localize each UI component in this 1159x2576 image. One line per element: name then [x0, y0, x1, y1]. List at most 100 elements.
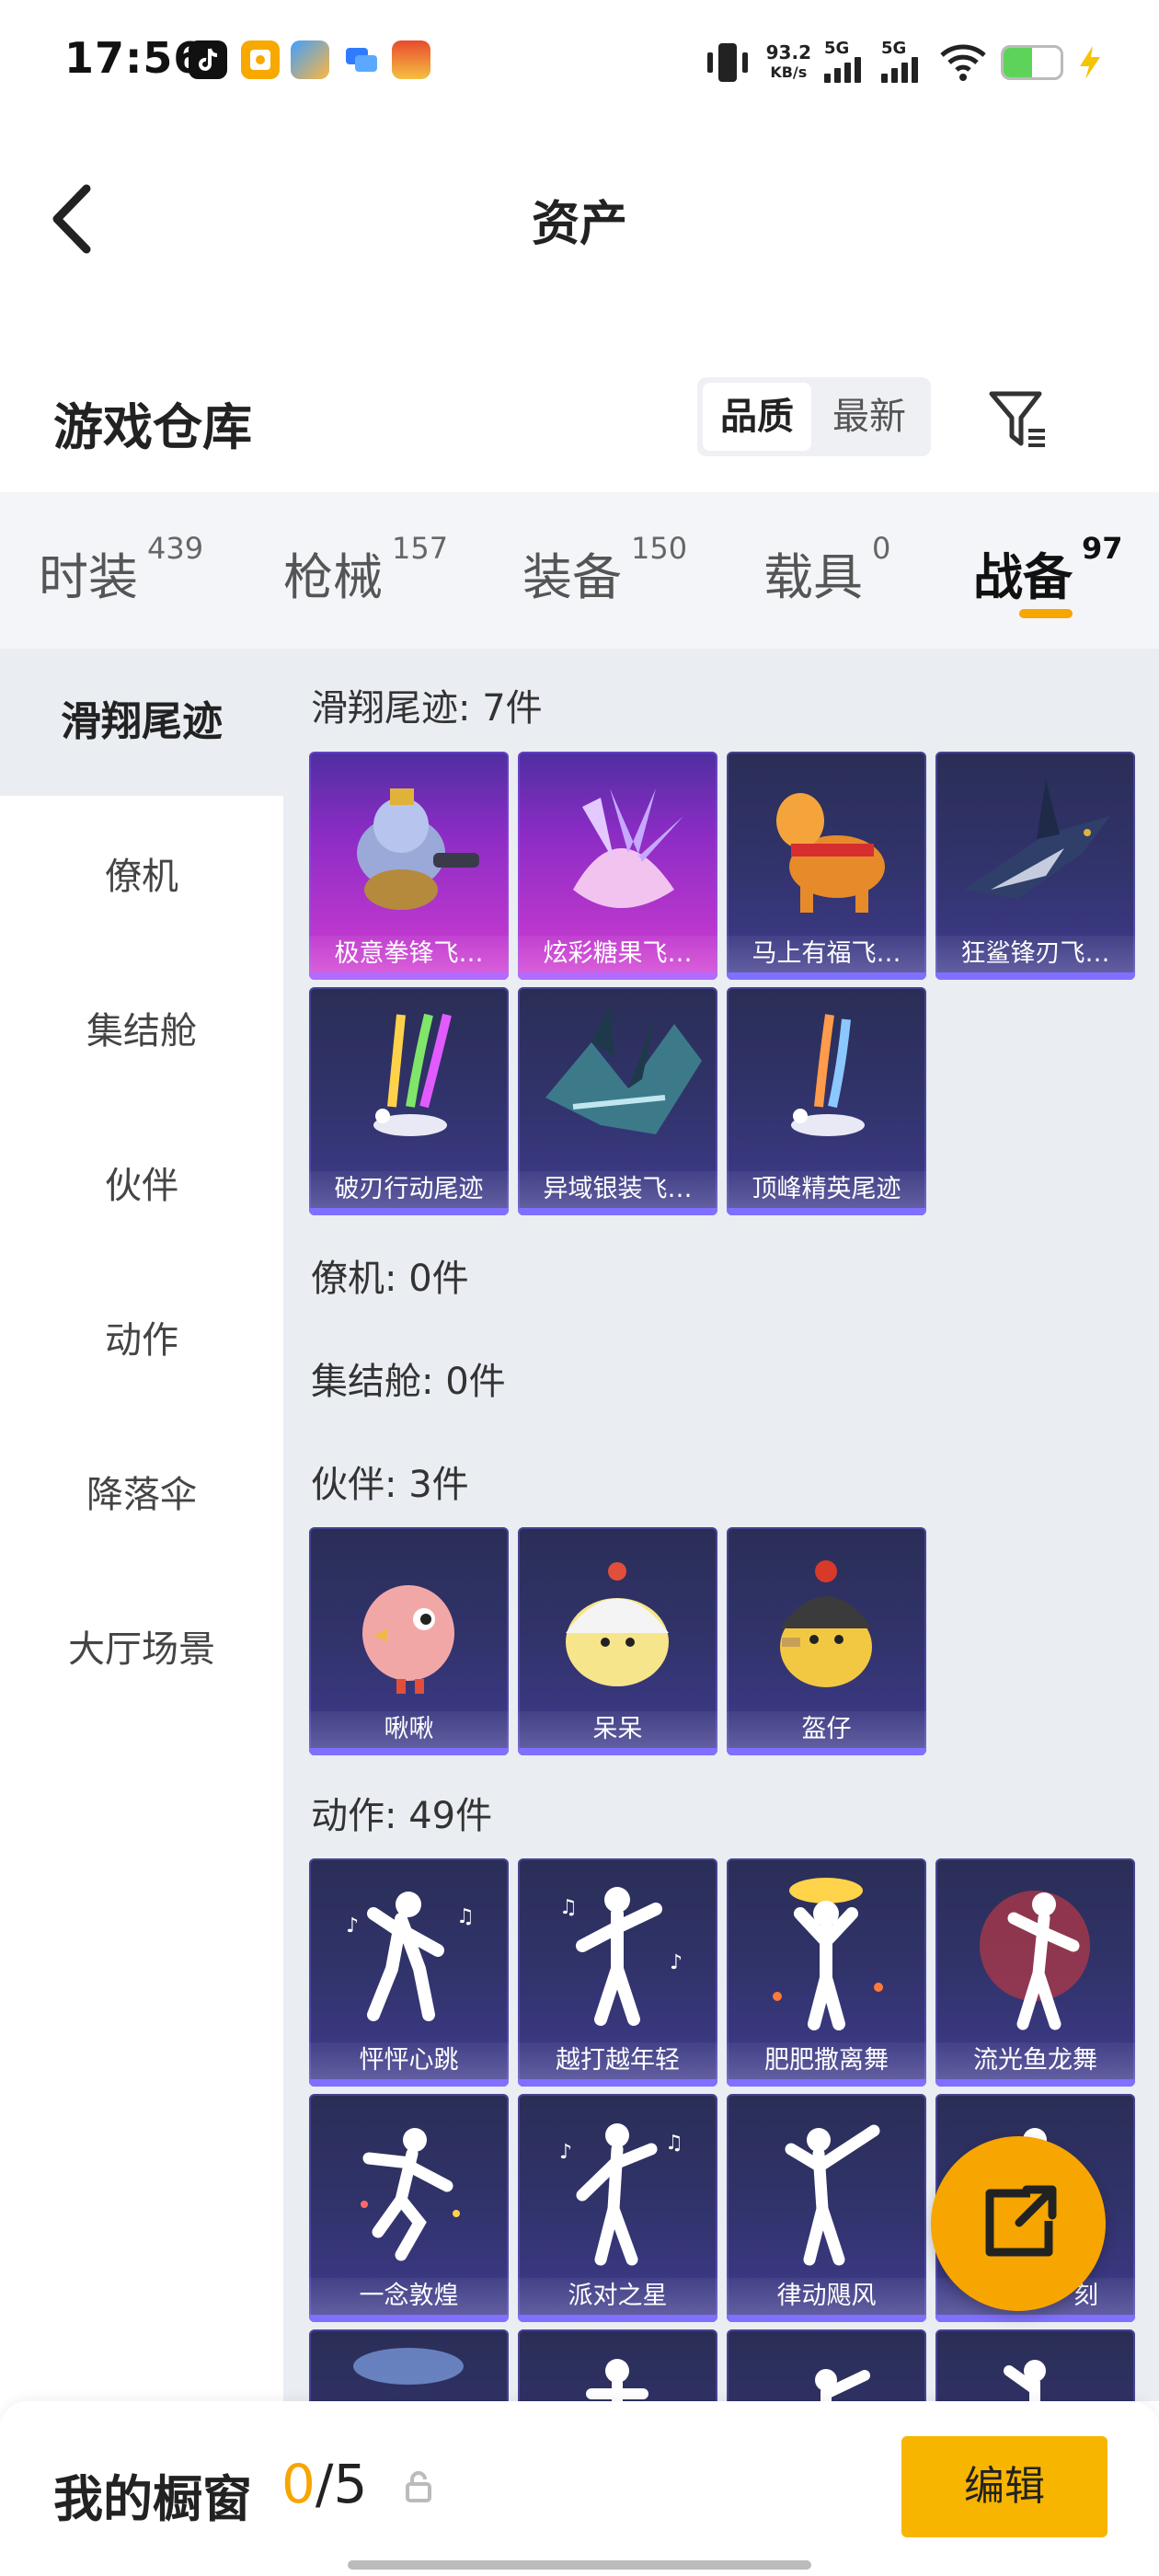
silver-wing-icon	[545, 1006, 702, 1134]
item-card[interactable]	[935, 2329, 1135, 2401]
item-label: 啾啾	[309, 1711, 509, 1748]
item-card[interactable]: 流光鱼龙舞	[935, 1858, 1135, 2087]
item-card[interactable]: ♪ ♫ 怦怦心跳	[309, 1858, 509, 2087]
sidebar-item-pod[interactable]: 集结舱	[0, 958, 283, 1105]
dance-pose-icon: ♪ ♫	[346, 1892, 475, 2021]
candy-glider-icon	[573, 788, 683, 908]
rainbow-trail-icon	[373, 1013, 452, 1136]
item-label: 派对之星	[518, 2278, 717, 2315]
svg-text:♪: ♪	[346, 1915, 359, 1938]
item-label: 破刃行动尾迹	[309, 1171, 509, 1208]
item-card[interactable]	[518, 2329, 717, 2401]
item-card[interactable]: 盔仔	[727, 1527, 926, 1755]
tab-equipment[interactable]: 装备 150	[522, 531, 687, 609]
svg-text:♫: ♫	[665, 2132, 683, 2155]
item-card[interactable]: 肥肥撒离舞	[727, 1858, 926, 2087]
status-right: 93.2 KB/s 5G 5G	[702, 37, 1104, 88]
home-indicator[interactable]	[348, 2560, 811, 2570]
helmet-chick-icon	[780, 1560, 872, 1687]
item-card[interactable]: 炫彩糖果飞…	[518, 752, 717, 980]
sidebar-item-emote[interactable]: 动作	[0, 1267, 283, 1414]
item-card[interactable]: ♫ ♪ 越打越年轻	[518, 1858, 717, 2087]
filter-button[interactable]	[984, 385, 1058, 458]
showcase-footer: 我的橱窗 0/5 编辑	[0, 2401, 1159, 2576]
item-card[interactable]: 异域银装飞…	[518, 987, 717, 1215]
section-title-glide-trail: 滑翔尾迹: 7件	[311, 687, 543, 730]
card-rarity-bar	[935, 972, 1135, 980]
signal-icon: 5G	[824, 39, 868, 83]
sidebar-item-wingman[interactable]: 僚机	[0, 803, 283, 950]
dance-pose-icon	[785, 2124, 880, 2266]
item-card[interactable]	[727, 2329, 926, 2401]
item-card[interactable]: 破刃行动尾迹	[309, 987, 509, 1215]
svg-text:♪: ♪	[670, 1951, 683, 1974]
elite-trail-icon	[791, 1014, 865, 1136]
card-rarity-bar	[309, 1748, 509, 1755]
item-label: 肥肥撒离舞	[727, 2042, 926, 2079]
repo-toolbar: 游戏仓库 品质 最新	[0, 350, 1159, 488]
sort-newest-button[interactable]: 最新	[815, 383, 924, 451]
item-card[interactable]: 律动飓风	[727, 2094, 926, 2322]
filter-icon	[989, 391, 1045, 447]
item-label: 呆呆	[518, 1711, 717, 1748]
sidebar-item-lobby-scene[interactable]: 大厅场景	[0, 1576, 283, 1723]
sidebar-item-companion[interactable]: 伙伴	[0, 1112, 283, 1259]
app-chat-icon	[342, 40, 381, 79]
card-rarity-bar	[727, 2315, 926, 2322]
tab-guns[interactable]: 枪械 157	[283, 531, 448, 609]
svg-text:♫: ♫	[456, 1905, 475, 1928]
wifi-icon	[940, 44, 986, 81]
category-tabs: 时装 439 枪械 157 装备 150 载具 0 战备 97	[0, 492, 1159, 649]
repo-title: 游戏仓库	[53, 398, 252, 456]
vibrate-icon	[706, 43, 748, 82]
app-cloud-icon	[291, 40, 329, 79]
item-label: 一念敦煌	[309, 2278, 509, 2315]
item-card[interactable]	[309, 2329, 509, 2401]
sort-toggle: 品质 最新	[697, 377, 931, 456]
item-card[interactable]: 狂鲨锋刃飞…	[935, 752, 1135, 980]
tab-indicator	[1019, 609, 1073, 618]
sort-quality-button[interactable]: 品质	[703, 383, 811, 451]
item-label: 盔仔	[727, 1711, 926, 1748]
tab-vehicles[interactable]: 载具 0	[763, 531, 890, 609]
item-label: 炫彩糖果飞…	[518, 936, 717, 972]
card-rarity-bar	[727, 972, 926, 980]
item-label: 顶峰精英尾迹	[727, 1171, 926, 1208]
showcase-count: 0/5	[281, 2453, 368, 2515]
item-card[interactable]: 马上有福飞…	[727, 752, 926, 980]
item-label: 狂鲨锋刃飞…	[935, 936, 1135, 972]
section-title-wingman: 僚机: 0件	[311, 1258, 469, 1300]
card-rarity-bar	[309, 2315, 509, 2322]
sidebar-item-glide-trail[interactable]: 滑翔尾迹	[0, 649, 283, 796]
dance-pose-icon	[815, 2369, 870, 2401]
lock-icon	[406, 2471, 431, 2502]
item-label: 马上有福飞…	[727, 936, 926, 972]
elephant-boxer-icon	[357, 788, 479, 910]
app-game-icon	[392, 40, 430, 79]
charging-icon	[1080, 46, 1100, 79]
app-orange-icon	[241, 40, 280, 79]
item-label: 流光鱼龙舞	[935, 2042, 1135, 2079]
dance-pose-icon: ♫♪	[559, 1887, 683, 2026]
item-card[interactable]: ♪ ♫ 派对之星	[518, 2094, 717, 2322]
edit-button[interactable]: 编辑	[901, 2436, 1107, 2537]
item-card[interactable]: 顶峰精英尾迹	[727, 987, 926, 1215]
item-card[interactable]: 呆呆	[518, 1527, 717, 1755]
dance-pose-icon	[980, 1891, 1090, 2030]
tab-fashion[interactable]: 时装 439	[39, 531, 203, 609]
share-button[interactable]	[931, 2136, 1106, 2311]
item-label: 越打越年轻	[518, 2042, 717, 2079]
card-rarity-bar	[727, 1748, 926, 1755]
showcase-label: 我的橱窗	[53, 2470, 252, 2528]
dance-pose-icon	[361, 2128, 460, 2261]
share-external-icon	[985, 2185, 1057, 2257]
card-rarity-bar	[309, 2079, 509, 2087]
item-card[interactable]: 啾啾	[309, 1527, 509, 1755]
tab-gear[interactable]: 战备 97	[973, 531, 1123, 609]
item-label: 律动飓风	[727, 2278, 926, 2315]
sidebar-item-parachute[interactable]: 降落伞	[0, 1421, 283, 1569]
item-card[interactable]: 极意拳锋飞…	[309, 752, 509, 980]
item-card[interactable]: 一念敦煌	[309, 2094, 509, 2322]
dance-pose-icon	[353, 2348, 464, 2385]
card-rarity-bar	[309, 972, 509, 980]
